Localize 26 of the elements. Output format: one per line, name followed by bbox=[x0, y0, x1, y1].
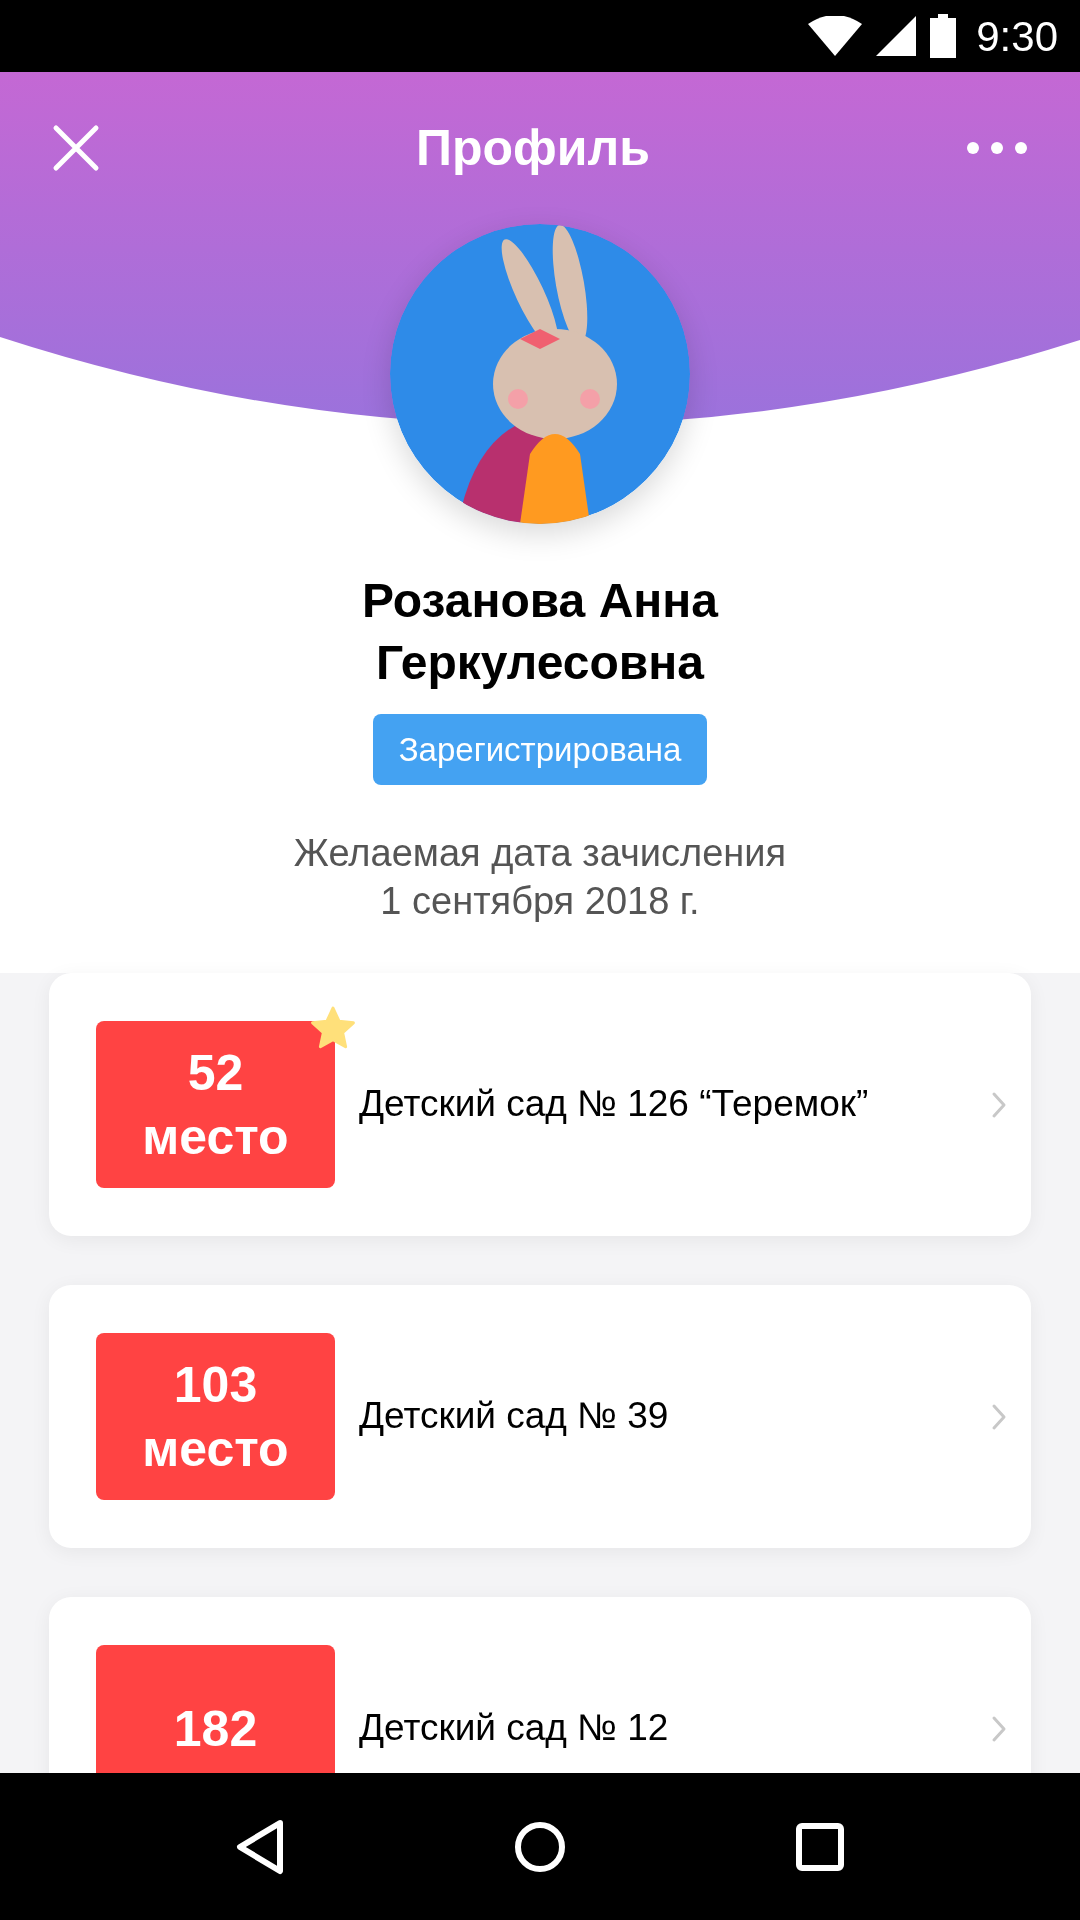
enrollment-date: 1 сентября 2018 г. bbox=[380, 879, 700, 924]
back-icon[interactable] bbox=[234, 1818, 285, 1875]
wifi-icon bbox=[808, 16, 863, 56]
kindergarten-card[interactable]: 52 место Детский сад № 126 “Теремок” bbox=[49, 973, 1031, 1236]
kindergarten-name: Детский сад № 126 “Теремок” bbox=[359, 1082, 870, 1127]
battery-icon bbox=[930, 14, 957, 58]
queue-place-badge: 182 bbox=[96, 1645, 335, 1773]
close-icon[interactable] bbox=[52, 124, 100, 172]
queue-place-badge: 103 место bbox=[96, 1333, 335, 1500]
chevron-right-icon bbox=[991, 1402, 1007, 1431]
status-badge: Зарегистрирована bbox=[372, 714, 708, 785]
home-icon[interactable] bbox=[514, 1820, 566, 1873]
kindergarten-card[interactable]: 103 место Детский сад № 39 bbox=[49, 1285, 1031, 1548]
chevron-right-icon bbox=[991, 1090, 1007, 1119]
screen-title: Профиль bbox=[416, 118, 650, 178]
kindergarten-name: Детский сад № 12 bbox=[359, 1706, 670, 1751]
kindergarten-name: Детский сад № 39 bbox=[359, 1394, 670, 1439]
signal-icon bbox=[876, 16, 917, 56]
chevron-right-icon bbox=[991, 1714, 1007, 1743]
more-icon[interactable] bbox=[966, 141, 1028, 155]
status-time: 9:30 bbox=[976, 11, 1058, 62]
enrollment-date-label: Желаемая дата зачисления bbox=[293, 831, 787, 876]
queue-place-badge: 52 место bbox=[96, 1021, 335, 1188]
child-name: Розанова Анна Геркулесовна bbox=[361, 573, 720, 691]
kindergarten-card[interactable]: 182 Детский сад № 12 bbox=[49, 1597, 1031, 1773]
recents-icon[interactable] bbox=[795, 1821, 846, 1872]
